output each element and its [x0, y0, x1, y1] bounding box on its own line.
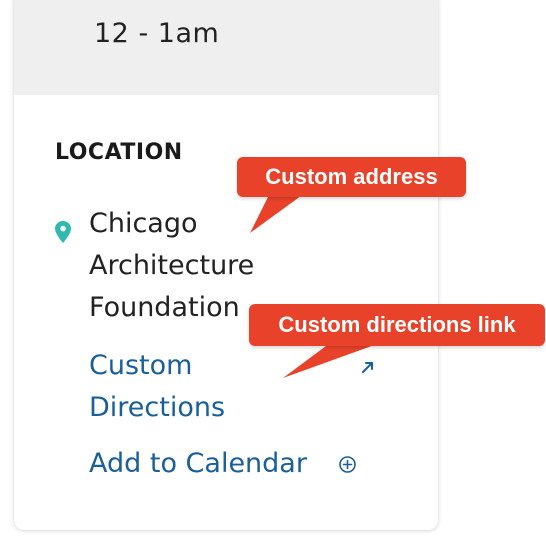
callout-custom-address-text: Custom address [265, 164, 438, 189]
event-details-screenshot: 12 - 1am LOCATION Chicago Architecture F… [0, 0, 546, 536]
callout-custom-directions: Custom directions link [249, 304, 545, 346]
callout-custom-address: Custom address [237, 157, 466, 197]
callout-directions-pointer [283, 343, 380, 378]
callout-custom-directions-text: Custom directions link [278, 312, 516, 337]
